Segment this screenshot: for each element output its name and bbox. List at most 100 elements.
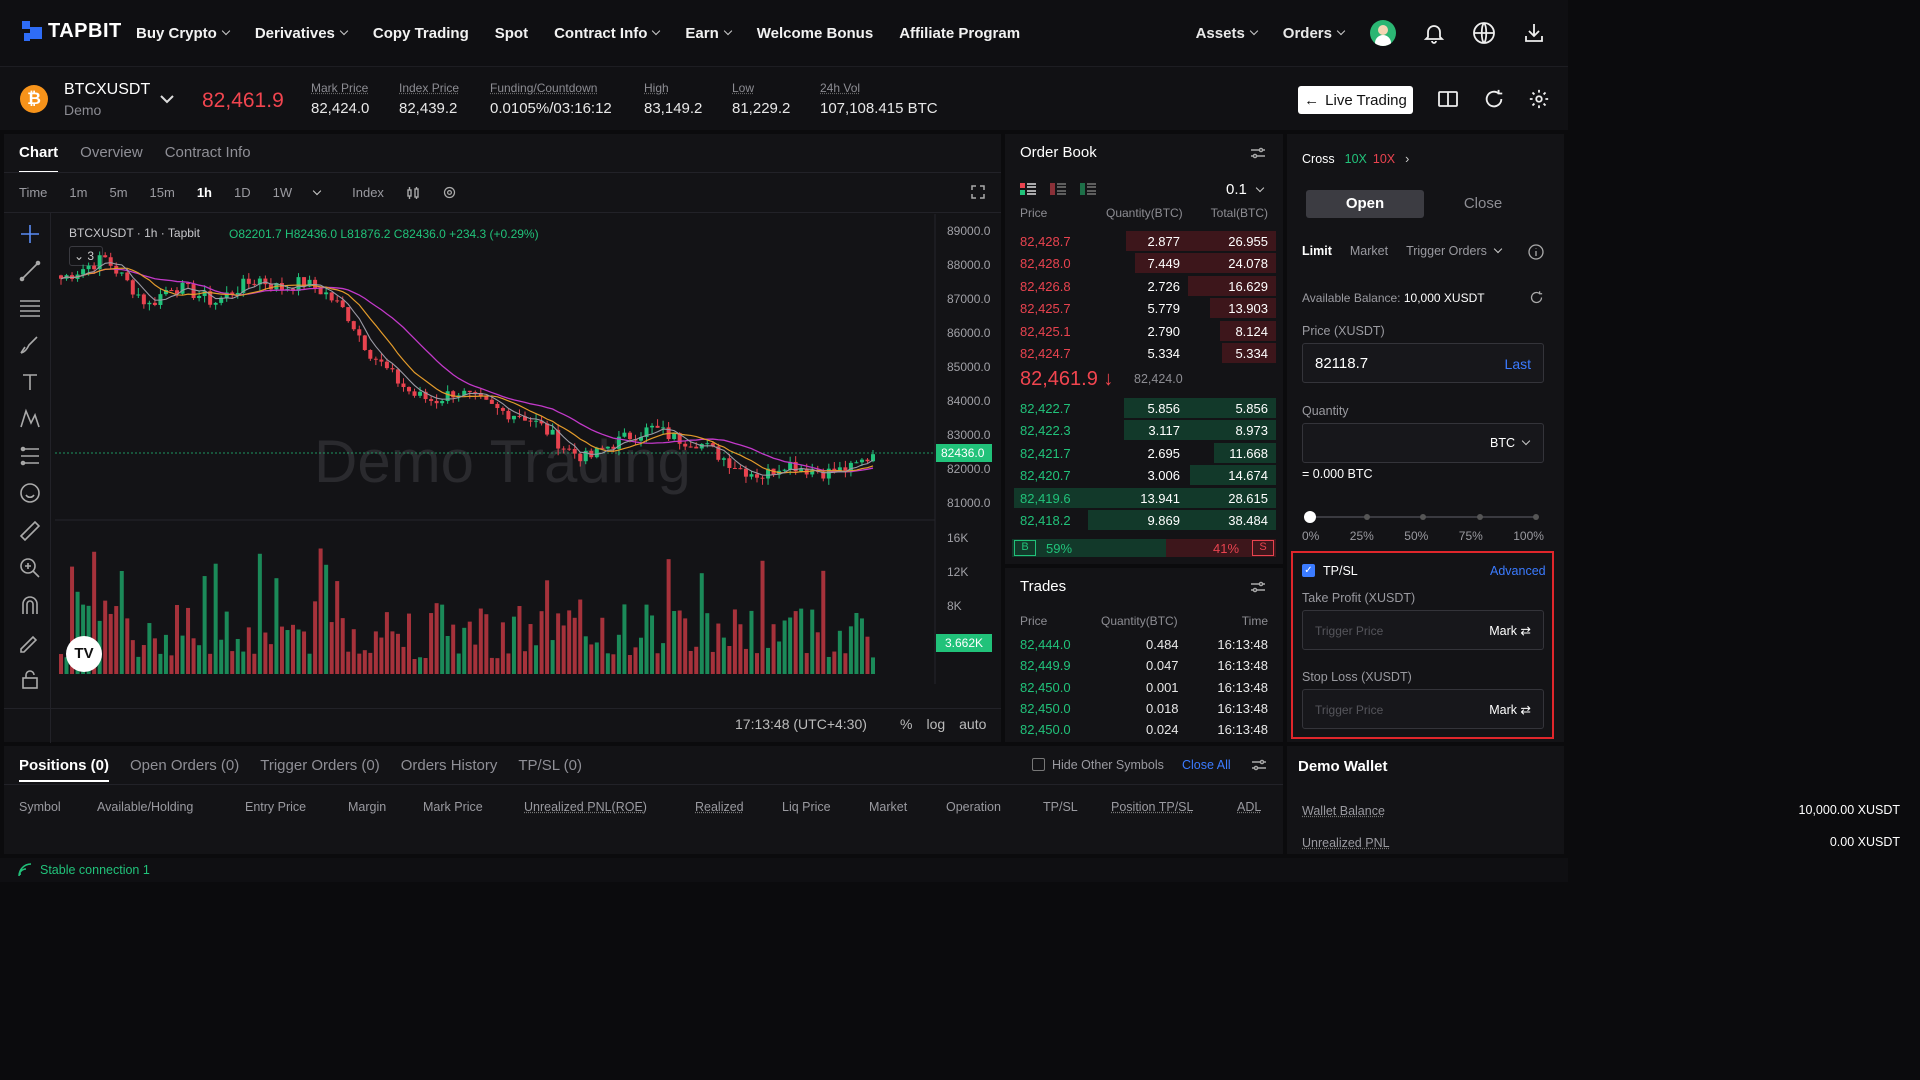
price-chart[interactable]: Demo Trading 89000.0 88000.0 87000.0 86000.… [55, 214, 995, 684]
ask-row[interactable]: 82,428.7 2.877 26.955 [1012, 230, 1276, 252]
bell-icon[interactable] [1422, 21, 1446, 45]
interval-1w[interactable]: 1W [273, 185, 293, 200]
nav-affiliate-program[interactable]: Affiliate Program [899, 25, 1020, 42]
globe-icon[interactable] [1472, 21, 1496, 45]
bid-row[interactable]: 82,419.6 13.941 28.615 [1012, 487, 1276, 509]
tpsl-advanced-link[interactable]: Advanced [1490, 564, 1546, 578]
symbol-name[interactable]: BTCXUSDT [64, 81, 150, 99]
scale-percent[interactable]: % [900, 716, 912, 732]
sl-mark-select[interactable]: Mark ⇄ [1489, 702, 1531, 717]
tp-mark-select[interactable]: Mark ⇄ [1489, 623, 1531, 638]
filter-icon[interactable] [1250, 146, 1266, 160]
close-all-button[interactable]: Close All [1182, 758, 1231, 772]
last-price-button[interactable]: Last [1505, 356, 1531, 372]
tab-overview[interactable]: Overview [80, 144, 143, 173]
tab-open-orders[interactable]: Open Orders (0) [130, 757, 239, 782]
refresh-icon[interactable] [1529, 290, 1544, 305]
margin-leverage[interactable]: Cross 10X 10X › [1302, 152, 1409, 166]
filter-icon[interactable] [1251, 758, 1267, 772]
nav-earn[interactable]: Earn [685, 25, 733, 42]
fullscreen-icon[interactable] [971, 185, 985, 199]
quantity-input[interactable]: BTC [1302, 423, 1544, 463]
slider-handle[interactable] [1304, 511, 1316, 523]
nav-welcome-bonus[interactable]: Welcome Bonus [757, 25, 873, 42]
live-trading-button[interactable]: ← Live Trading [1298, 86, 1413, 114]
interval-15m[interactable]: 15m [150, 185, 175, 200]
interval-5m[interactable]: 5m [109, 185, 127, 200]
fib-icon[interactable] [18, 444, 42, 468]
nav-assets[interactable]: Assets [1196, 25, 1259, 42]
download-icon[interactable] [1522, 21, 1546, 45]
brush-icon[interactable] [18, 333, 42, 357]
bid-row[interactable]: 82,420.7 3.006 14.674 [1012, 464, 1276, 486]
leverage-long[interactable]: 10X [1345, 152, 1367, 166]
nav-orders[interactable]: Orders [1283, 25, 1346, 42]
crosshair-icon[interactable] [18, 222, 42, 246]
ask-row[interactable]: 82,428.0 7.449 24.078 [1012, 252, 1276, 274]
index-toggle[interactable]: Index [352, 185, 384, 200]
interval-1d[interactable]: 1D [234, 185, 251, 200]
stop-loss-input[interactable]: Trigger Price Mark ⇄ [1302, 689, 1544, 729]
interval-time[interactable]: Time [19, 185, 47, 200]
order-type-market[interactable]: Market [1350, 244, 1388, 258]
bid-row[interactable]: 82,421.7 2.695 11.668 [1012, 442, 1276, 464]
ask-row[interactable]: 82,426.8 2.726 16.629 [1012, 275, 1276, 297]
scale-log[interactable]: log [926, 716, 945, 732]
chevron-down-icon[interactable] [312, 186, 322, 195]
pattern-icon[interactable] [18, 407, 42, 431]
book-asks-icon[interactable] [1050, 182, 1066, 196]
scale-auto[interactable]: auto [959, 716, 986, 732]
nav-derivatives[interactable]: Derivatives [255, 25, 349, 42]
chevron-down-icon[interactable] [1493, 244, 1503, 254]
book-bids-icon[interactable] [1080, 182, 1096, 196]
filter-icon[interactable] [1250, 580, 1266, 594]
tab-chart[interactable]: Chart [19, 144, 59, 173]
tab-positions[interactable]: Positions (0) [19, 757, 110, 782]
interval-1m[interactable]: 1m [69, 185, 87, 200]
trendline-icon[interactable] [18, 259, 42, 283]
horizontal-lines-icon[interactable] [18, 296, 42, 320]
tapbit-logo[interactable]: TAPBIT [22, 20, 122, 43]
nav-spot[interactable]: Spot [495, 25, 528, 42]
nav-contract-info[interactable]: Contract Info [554, 25, 661, 42]
close-tab[interactable]: Close [1424, 190, 1542, 218]
ask-row[interactable]: 82,425.7 5.779 13.903 [1012, 297, 1276, 319]
layout-icon[interactable] [1437, 89, 1459, 109]
refresh-icon[interactable] [1483, 88, 1505, 110]
bid-row[interactable]: 82,422.3 3.117 8.973 [1012, 419, 1276, 441]
avatar[interactable] [1370, 20, 1396, 46]
tab-orders-history[interactable]: Orders History [401, 757, 498, 782]
tab-tpsl[interactable]: TP/SL (0) [518, 757, 582, 782]
bid-row[interactable]: 82,418.2 9.869 38.484 [1012, 509, 1276, 531]
open-tab[interactable]: Open [1306, 190, 1424, 218]
interval-1h[interactable]: 1h [197, 185, 212, 200]
candle-type-icon[interactable] [406, 186, 420, 200]
take-profit-input[interactable]: Trigger Price Mark ⇄ [1302, 610, 1544, 650]
leverage-short[interactable]: 10X [1373, 152, 1395, 166]
ruler-icon[interactable] [18, 519, 42, 543]
lock-pen-icon[interactable] [18, 631, 42, 655]
order-type-trigger[interactable]: Trigger Orders [1406, 244, 1487, 258]
emoji-icon[interactable] [18, 481, 42, 505]
symbol-dropdown-icon[interactable] [159, 93, 175, 105]
quantity-unit-select[interactable]: BTC [1490, 436, 1531, 450]
tab-contract-info[interactable]: Contract Info [165, 144, 251, 173]
magnet-icon[interactable] [18, 594, 42, 618]
text-icon[interactable] [18, 370, 42, 394]
nav-buy-crypto[interactable]: Buy Crypto [136, 25, 231, 42]
tradingview-logo-icon[interactable]: TV [66, 636, 102, 672]
bid-row[interactable]: 82,422.7 5.856 5.856 [1012, 397, 1276, 419]
nav-copy-trading[interactable]: Copy Trading [373, 25, 469, 42]
tab-trigger-orders[interactable]: Trigger Orders (0) [260, 757, 379, 782]
precision-select[interactable]: 0.1 [1226, 181, 1265, 198]
ask-row[interactable]: 82,425.1 2.790 8.124 [1012, 320, 1276, 342]
order-type-limit[interactable]: Limit [1302, 244, 1332, 258]
ask-row[interactable]: 82,424.7 5.334 5.334 [1012, 342, 1276, 364]
settings-icon[interactable] [1528, 88, 1550, 110]
info-icon[interactable] [1528, 244, 1544, 260]
lock-icon[interactable] [18, 668, 42, 692]
book-both-icon[interactable] [1020, 182, 1036, 196]
margin-mode[interactable]: Cross [1302, 152, 1335, 166]
chart-settings-icon[interactable] [442, 185, 457, 200]
hide-other-checkbox[interactable] [1032, 758, 1045, 771]
